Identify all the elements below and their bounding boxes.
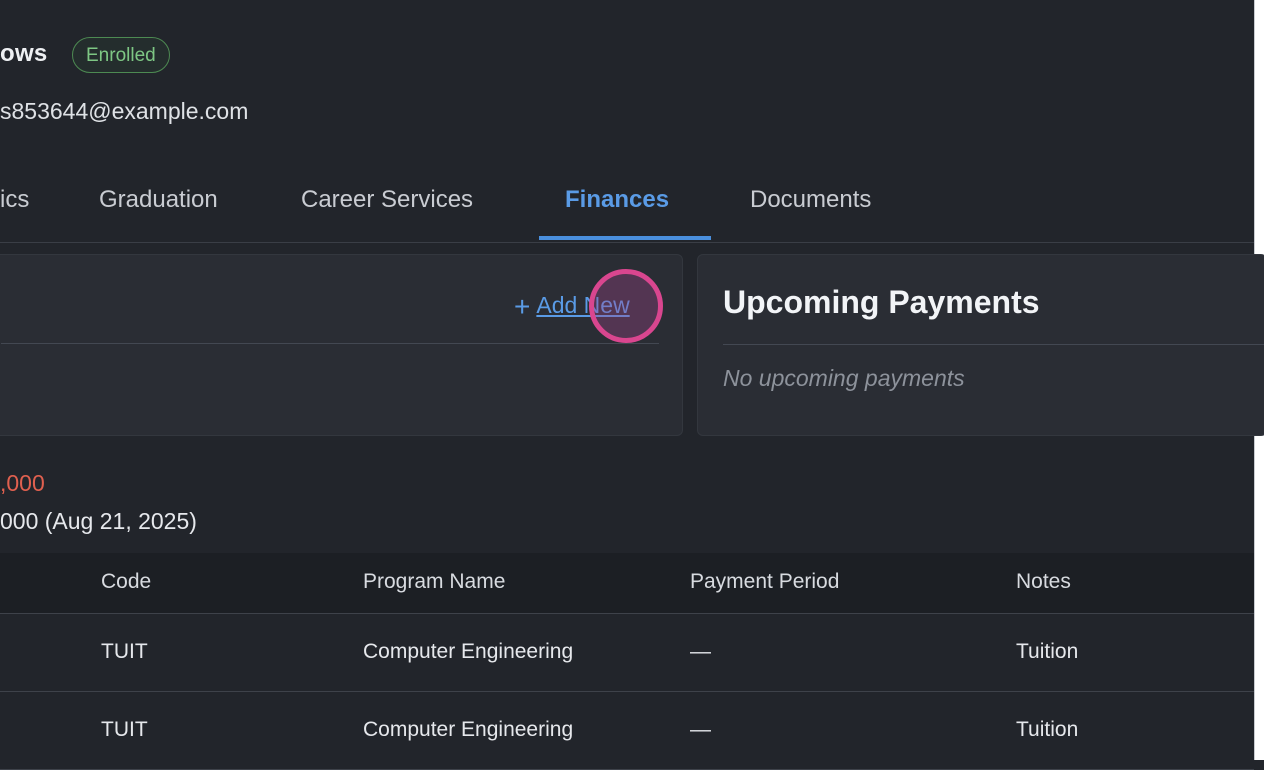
balance-amount: ,000 (0, 470, 45, 496)
cell-payment-period: — (690, 718, 711, 741)
tab-finances[interactable]: Finances (565, 186, 669, 214)
charges-table: Code Program Name Payment Period Notes T… (0, 553, 1254, 770)
cell-notes: Tuition (1016, 640, 1079, 663)
cell-program-name: Computer Engineering (363, 718, 574, 741)
card-divider (723, 344, 1264, 345)
upcoming-payments-card (697, 254, 1264, 436)
cell-program-name: Computer Engineering (363, 640, 574, 663)
student-email: s853644@example.com (0, 98, 249, 124)
profile-tabs: ics Graduation Career Services Finances … (0, 170, 1254, 243)
cell-notes: Tuition (1016, 718, 1079, 741)
active-tab-indicator (539, 236, 711, 240)
next-payment: 000 (Aug 21, 2025) (0, 508, 197, 534)
upcoming-payments-title: Upcoming Payments (723, 284, 1040, 320)
cell-code: TUIT (101, 718, 148, 741)
column-header-program-name[interactable]: Program Name (363, 570, 505, 594)
tab-documents[interactable]: Documents (750, 186, 871, 214)
tab-career-services[interactable]: Career Services (301, 186, 473, 214)
finance-card (0, 254, 683, 436)
column-header-code[interactable]: Code (101, 570, 151, 594)
column-header-notes[interactable]: Notes (1016, 570, 1071, 594)
tab-academics[interactable]: ics (0, 186, 29, 214)
card-divider (1, 343, 659, 344)
click-indicator (589, 269, 663, 343)
tab-graduation[interactable]: Graduation (99, 186, 218, 214)
table-header: Code Program Name Payment Period Notes (0, 553, 1254, 614)
upcoming-empty-text: No upcoming payments (723, 365, 965, 391)
table-row[interactable]: TUIT Computer Engineering — Tuition (0, 614, 1254, 692)
table-row[interactable]: TUIT Computer Engineering — Tuition (0, 692, 1254, 770)
student-name: ows (0, 40, 48, 67)
column-header-payment-period[interactable]: Payment Period (690, 570, 839, 594)
cell-payment-period: — (690, 640, 711, 663)
plus-icon: + (514, 291, 531, 322)
cell-code: TUIT (101, 640, 148, 663)
status-badge: Enrolled (72, 37, 170, 73)
